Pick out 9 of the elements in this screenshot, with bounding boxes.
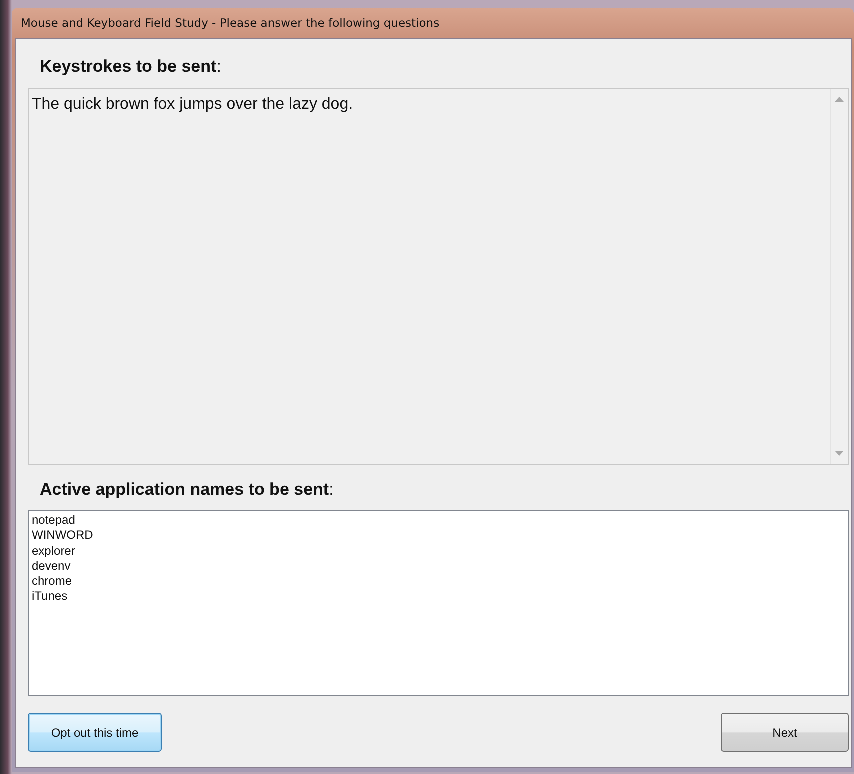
- scroll-down-icon[interactable]: [835, 451, 844, 456]
- keystrokes-field[interactable]: The quick brown fox jumps over the lazy dog.: [28, 88, 849, 465]
- section-heading: Active application names to be sent:: [40, 480, 335, 500]
- scroll-up-icon[interactable]: [835, 97, 844, 102]
- next-button[interactable]: Next: [721, 713, 849, 752]
- window-title: Mouse and Keyboard Field Study - Please answer the following questions: [21, 16, 440, 30]
- section-heading: Keystrokes to be sent:: [40, 57, 222, 77]
- application-names-field[interactable]: notepad WINWORD explorer devenv chrome iTunes: [28, 510, 849, 696]
- opt-out-button[interactable]: Opt out this time: [28, 713, 162, 752]
